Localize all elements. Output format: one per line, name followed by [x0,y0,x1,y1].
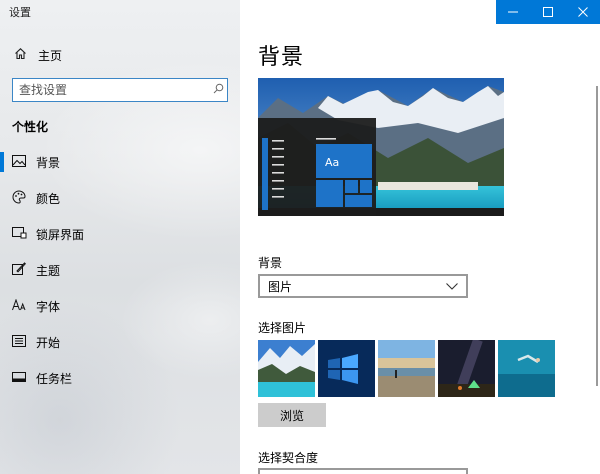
sidebar-item-label: 任务栏 [36,371,73,386]
browse-button[interactable]: 浏览 [258,403,326,427]
sidebar-item-label: 锁屏界面 [36,227,85,242]
nav-home[interactable]: 主页 [0,44,240,66]
close-icon [577,7,588,17]
choose-picture-label: 选择图片 [258,321,307,335]
windows-logo-thumbnail[interactable] [318,340,375,397]
sidebar-item-background[interactable]: 背景 [0,144,240,180]
window-controls [496,0,600,24]
picture-thumbnails [258,340,558,397]
sidebar-item-lock-screen[interactable]: 锁屏界面 [0,216,240,252]
night-sky-tent-thumbnail[interactable] [438,340,495,397]
fit-label: 选择契合度 [258,451,319,465]
search-box[interactable] [12,78,228,102]
background-preview: Aa [258,78,504,216]
close-button[interactable] [565,0,600,24]
main-content: 背景 Aa 背景 图片 选择图片 浏览 选择契合度 [240,24,600,474]
home-icon [11,47,29,64]
beach-person-thumbnail[interactable] [378,340,435,397]
sidebar-item-label: 颜色 [36,191,61,206]
minimize-icon [508,11,519,13]
search-icon[interactable] [209,83,227,97]
background-type-value: 图片 [268,279,293,294]
background-label: 背景 [258,256,283,270]
theme-icon [10,262,28,278]
chevron-down-icon [446,280,458,293]
maximize-icon [543,7,553,17]
page-title: 背景 [258,45,305,70]
nav-home-label: 主页 [38,48,63,63]
sidebar-item-colors[interactable]: 颜色 [0,180,240,216]
taskbar-icon [10,371,28,385]
start-icon [10,334,28,350]
sidebar-item-taskbar[interactable]: 任务栏 [0,360,240,396]
scrollbar[interactable] [596,86,598,386]
sidebar-item-label: 字体 [36,299,61,314]
sidebar-item-label: 主题 [36,263,61,278]
mountain-lake-thumbnail[interactable] [258,340,315,397]
section-heading: 个性化 [12,120,49,134]
nav-list: 背景 颜色 锁屏界面 主题 字体 开始 任务栏 [0,144,240,396]
sidebar: 设置 主页 个性化 背景 颜色 锁屏界面 [0,0,240,474]
sidebar-item-label: 背景 [36,155,61,170]
fit-select[interactable] [258,468,468,474]
maximize-button[interactable] [531,0,566,24]
picture-icon [10,154,28,170]
palette-icon [10,189,28,207]
lock-screen-icon [10,226,28,242]
background-type-select[interactable]: 图片 [258,274,468,298]
search-input[interactable] [13,83,209,97]
sidebar-item-label: 开始 [36,335,61,350]
sidebar-item-fonts[interactable]: 字体 [0,288,240,324]
preview-tile-text: Aa [325,156,339,169]
sidebar-item-start[interactable]: 开始 [0,324,240,360]
underwater-swimmer-thumbnail[interactable] [498,340,555,397]
window-title: 设置 [9,6,31,19]
sidebar-item-themes[interactable]: 主题 [0,252,240,288]
minimize-button[interactable] [496,0,531,24]
font-icon [10,297,28,314]
